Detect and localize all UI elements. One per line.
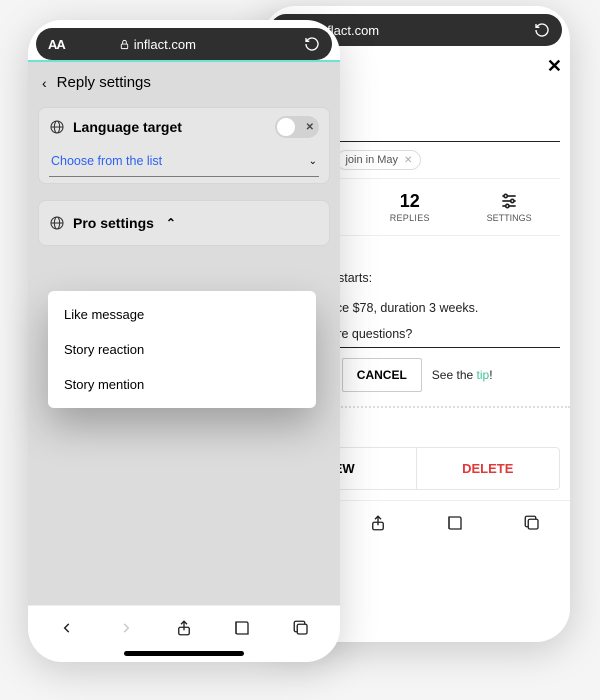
tip-text[interactable]: See the tip!: [432, 368, 493, 382]
tabs-icon[interactable]: [512, 514, 552, 532]
lock-icon: [119, 39, 130, 50]
safari-toolbar: [28, 605, 340, 649]
language-target-card: Language target ✕ Choose from the list ⌄: [38, 107, 330, 184]
share-icon[interactable]: [164, 619, 204, 637]
reload-icon[interactable]: [304, 36, 320, 52]
globe-icon: [49, 215, 65, 231]
url-host: inflact.com: [134, 37, 196, 52]
page-title: Reply settings: [57, 74, 151, 91]
keyword-chip[interactable]: join in May✕: [336, 150, 421, 170]
bookmarks-icon[interactable]: [435, 514, 475, 532]
language-toggle[interactable]: ✕: [275, 116, 319, 138]
pro-settings-card[interactable]: Pro settings ⌃: [38, 200, 330, 246]
menu-item-story-mention[interactable]: Story mention: [48, 367, 316, 402]
cancel-button[interactable]: CANCEL: [342, 358, 422, 392]
language-dropdown[interactable]: Choose from the list ⌄: [49, 148, 319, 177]
url-bar[interactable]: AA inflact.com: [36, 28, 332, 60]
truncated-row: [28, 246, 340, 252]
back-icon[interactable]: [47, 621, 87, 635]
menu-item-like-message[interactable]: Like message: [48, 297, 316, 332]
settings-button[interactable]: SETTINGS: [487, 191, 532, 223]
tabs-icon[interactable]: [281, 619, 321, 637]
x-icon: ✕: [306, 122, 314, 133]
card-title: Pro settings: [73, 215, 154, 231]
delete-button[interactable]: DELETE: [416, 448, 560, 489]
menu-item-story-reaction[interactable]: Story reaction: [48, 332, 316, 367]
dropdown-label: Choose from the list: [51, 154, 162, 168]
reload-icon[interactable]: [534, 22, 550, 38]
close-icon[interactable]: ✕: [547, 56, 562, 77]
card-title: Language target: [73, 119, 182, 135]
pro-settings-menu: Like message Story reaction Story mentio…: [48, 291, 316, 408]
globe-icon: [49, 119, 65, 135]
forward-icon[interactable]: [106, 621, 146, 635]
text-size-icon[interactable]: AA: [48, 37, 65, 52]
share-icon[interactable]: [358, 514, 398, 532]
chevron-up-icon: ⌃: [166, 216, 176, 230]
back-header[interactable]: ‹ Reply settings: [28, 62, 340, 103]
chevron-left-icon[interactable]: ‹: [42, 75, 47, 91]
home-indicator: [124, 651, 244, 656]
x-icon[interactable]: ✕: [404, 155, 412, 166]
stat-replies: 12 REPLIES: [390, 191, 430, 223]
chevron-down-icon: ⌄: [309, 156, 317, 167]
bookmarks-icon[interactable]: [222, 619, 262, 637]
